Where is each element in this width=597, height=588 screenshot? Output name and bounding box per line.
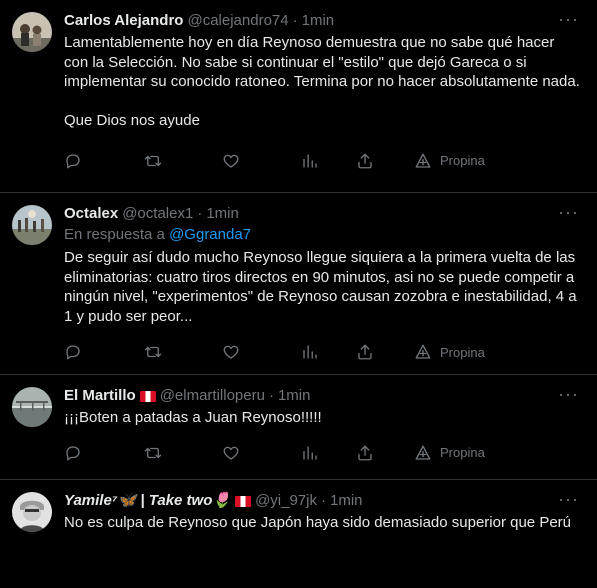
separator: ·	[320, 492, 326, 509]
share-button[interactable]	[356, 141, 374, 181]
heart-icon	[223, 154, 239, 168]
share-button[interactable]	[356, 433, 374, 473]
separator: ·	[197, 205, 203, 222]
more-icon[interactable]: ···	[558, 10, 579, 28]
tweet-feed: Carlos Alejandro @calejandro74 · 1min ··…	[0, 0, 597, 588]
tweet[interactable]: Yamile⁷🦋 | Take two🌷 @yi_97jk · 1min ···…	[0, 480, 597, 588]
promote-label: Propina	[440, 153, 485, 168]
reply-context: En respuesta a @Ggranda7	[64, 225, 581, 245]
views-icon	[303, 153, 317, 168]
retweet-button[interactable]	[144, 433, 162, 473]
promote-button[interactable]: Propina	[414, 332, 485, 372]
promote-icon	[415, 445, 431, 460]
action-bar: Propina	[64, 433, 581, 473]
tweet-text: ¡¡¡Boten a patadas a Juan Reynoso!!!!!	[64, 408, 581, 428]
user-handle[interactable]: @yi_97jk	[255, 491, 317, 511]
tweet-paragraph: ¡¡¡Boten a patadas a Juan Reynoso!!!!!	[64, 409, 322, 426]
reply-prefix: En respuesta a	[64, 226, 165, 243]
tweet-header: Carlos Alejandro @calejandro74 · 1min	[64, 10, 581, 32]
timestamp[interactable]: 1min	[206, 204, 239, 224]
tweet-text: Lamentablemente hoy en día Reynoso demue…	[64, 33, 581, 131]
share-icon	[358, 153, 372, 168]
tweet-header: El Martillo @elmartilloperu · 1min	[64, 385, 581, 407]
reply-icon	[66, 153, 80, 168]
display-name[interactable]: Octalex	[64, 204, 118, 224]
promote-icon	[415, 153, 431, 168]
share-button[interactable]	[356, 332, 374, 372]
heart-icon	[223, 345, 239, 359]
separator: ·	[268, 387, 274, 404]
like-button[interactable]	[222, 433, 240, 473]
user-handle[interactable]: @elmartilloperu	[160, 386, 265, 406]
views-icon	[303, 445, 317, 460]
tweet-paragraph: Lamentablemente hoy en día Reynoso demue…	[64, 34, 580, 90]
promote-label: Propina	[440, 445, 485, 460]
tweet-paragraph: De seguir así dudo mucho Reynoso llegue …	[64, 249, 577, 325]
avatar[interactable]	[12, 492, 52, 532]
views-icon	[303, 345, 317, 359]
reply-handle-link[interactable]: @Ggranda7	[169, 226, 251, 243]
retweet-button[interactable]	[144, 332, 162, 372]
like-button[interactable]	[222, 332, 240, 372]
promote-label: Propina	[440, 344, 485, 360]
timestamp[interactable]: 1min	[302, 11, 335, 31]
timestamp[interactable]: 1min	[278, 386, 311, 406]
tweet[interactable]: Carlos Alejandro @calejandro74 · 1min ··…	[0, 0, 597, 193]
tweet[interactable]: El Martillo @elmartilloperu · 1min ··· ¡…	[0, 375, 597, 480]
promote-button[interactable]: Propina	[414, 141, 485, 181]
avatar[interactable]	[12, 387, 52, 427]
reply-icon	[66, 445, 80, 460]
avatar[interactable]	[12, 205, 52, 245]
peru-flag-icon	[139, 390, 156, 402]
avatar[interactable]	[12, 12, 52, 52]
tweet-header: Yamile⁷🦋 | Take two🌷 @yi_97jk · 1min	[64, 490, 581, 512]
share-icon	[358, 445, 372, 460]
tweet-header: Octalex @octalex1 · 1min	[64, 203, 581, 225]
retweet-icon	[144, 447, 162, 458]
peru-flag-icon	[235, 495, 252, 507]
reply-button[interactable]	[64, 332, 82, 372]
display-name[interactable]: Carlos Alejandro	[64, 11, 183, 31]
promote-icon	[415, 344, 431, 359]
views-button[interactable]	[301, 332, 319, 372]
retweet-button[interactable]	[144, 141, 162, 181]
tweet-paragraph: Que Dios nos ayude	[64, 112, 200, 129]
timestamp[interactable]: 1min	[330, 491, 363, 511]
user-handle[interactable]: @calejandro74	[187, 11, 288, 31]
tweet[interactable]: Octalex @octalex1 · 1min ··· En respuest…	[0, 193, 597, 375]
reply-button[interactable]	[64, 141, 82, 181]
user-handle[interactable]: @octalex1	[122, 204, 193, 224]
display-name[interactable]: Yamile⁷🦋 | Take two🌷	[64, 491, 231, 511]
reply-icon	[66, 345, 80, 360]
more-icon[interactable]: ···	[558, 203, 579, 221]
like-button[interactable]	[222, 141, 240, 181]
more-icon[interactable]: ···	[558, 385, 579, 403]
tweet-paragraph: No es culpa de Reynoso que Japón haya si…	[64, 514, 571, 531]
reply-button[interactable]	[64, 433, 82, 473]
retweet-icon	[144, 346, 162, 358]
share-icon	[358, 344, 372, 360]
retweet-icon	[144, 155, 162, 166]
views-button[interactable]	[301, 433, 319, 473]
tweet-text: De seguir así dudo mucho Reynoso llegue …	[64, 248, 581, 326]
views-button[interactable]	[301, 141, 319, 181]
action-bar: Propina	[64, 141, 581, 181]
more-icon[interactable]: ···	[558, 490, 579, 508]
display-name[interactable]: El Martillo	[64, 386, 136, 406]
promote-button[interactable]: Propina	[414, 433, 485, 473]
action-bar: Propina	[64, 332, 581, 372]
tweet-text: No es culpa de Reynoso que Japón haya si…	[64, 513, 581, 533]
separator: ·	[292, 12, 298, 29]
heart-icon	[223, 446, 239, 460]
